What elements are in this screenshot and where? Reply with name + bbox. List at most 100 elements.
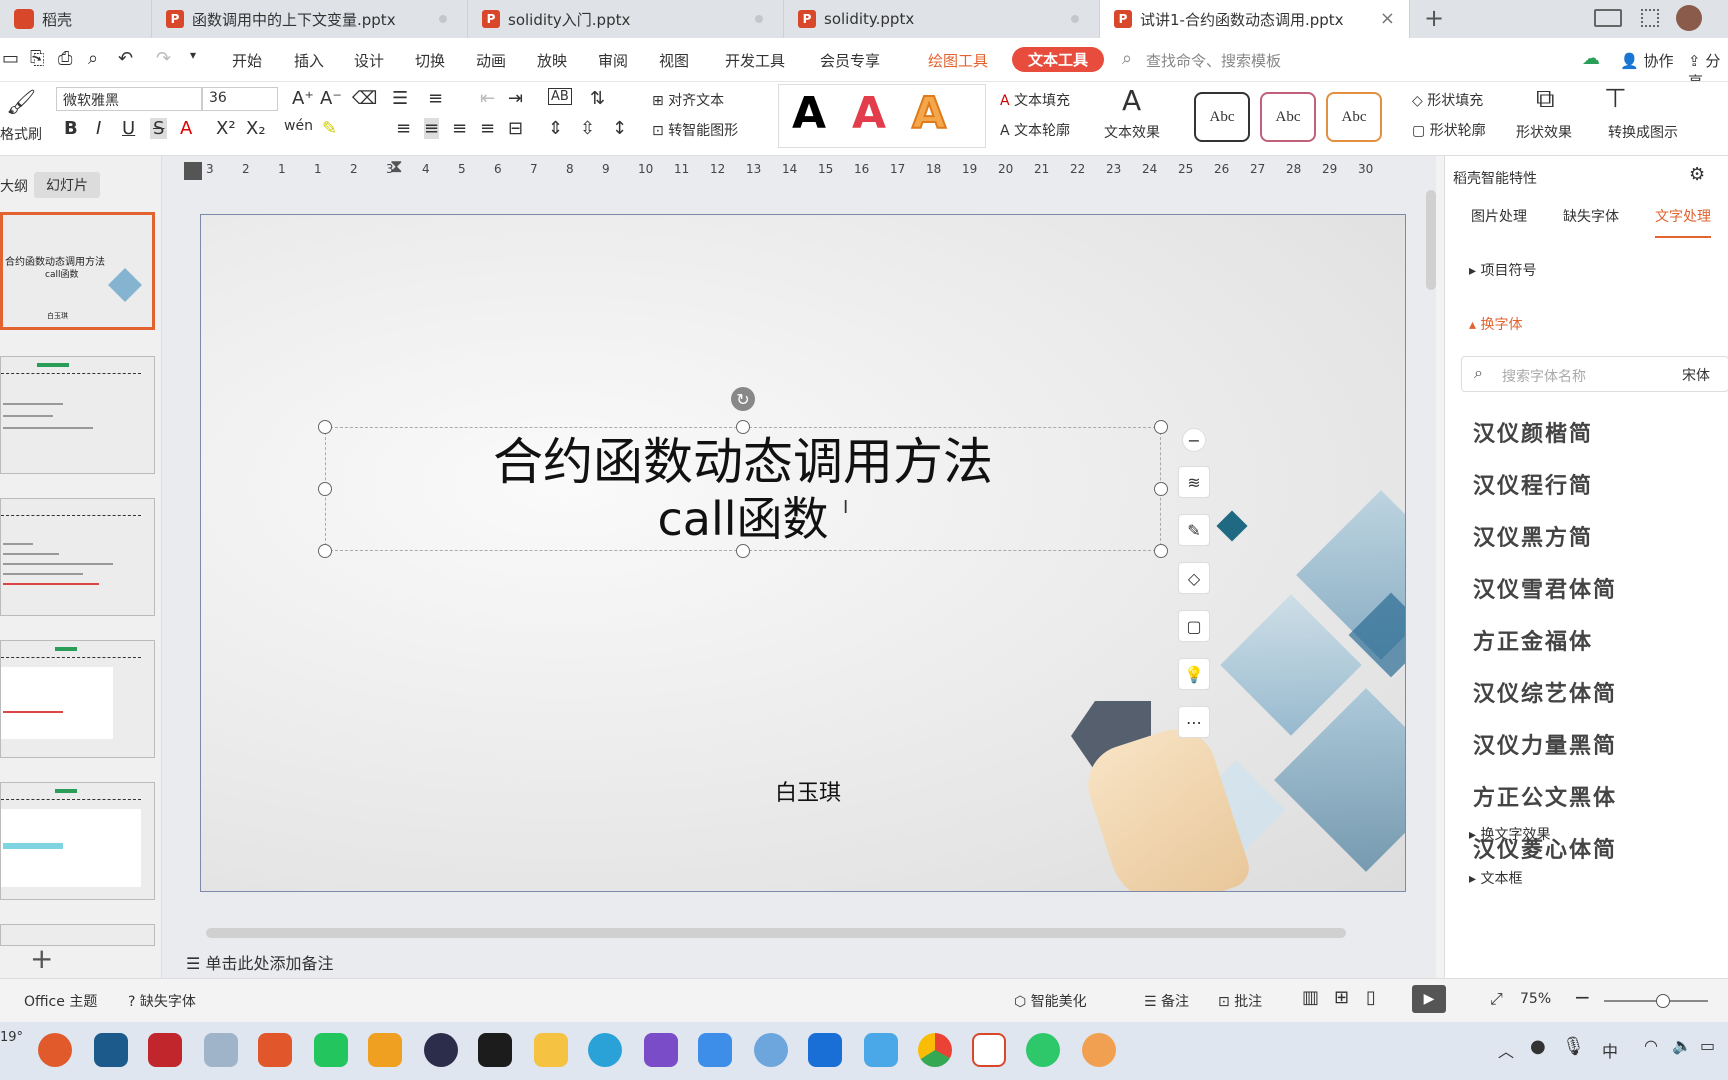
align-text-button[interactable]: ⊞ 对齐文本 [652,90,724,110]
battery-icon[interactable]: ▭ [1700,1036,1715,1055]
layers-icon[interactable]: ≋ [1178,466,1210,498]
weather-temp[interactable]: 19° [0,1030,23,1045]
bold-icon[interactable]: B [64,118,78,139]
shape-fill-button[interactable]: ◇ 形状填充 [1412,90,1483,110]
zoom-level[interactable]: 75% [1520,991,1551,1007]
app-icon-live[interactable] [864,1033,898,1067]
text-style-orange[interactable]: A [911,87,947,140]
convert-chart-icon[interactable]: ⊤ [1604,84,1627,114]
slide-thumbnail-6[interactable] [0,924,155,946]
font-option[interactable]: 汉仪综艺体简 [1473,676,1617,708]
rotate-handle-icon[interactable]: ↻ [731,387,755,411]
format-painter-icon[interactable]: 🖌 [6,88,36,116]
shape-outline-button[interactable]: ▢ 形状轮廓 [1412,120,1486,140]
align-center-icon[interactable]: ≡ [424,118,440,139]
text-style-black[interactable]: A [792,88,826,139]
convert-chart-label[interactable]: 转换成图示 [1608,122,1678,142]
slide-subtitle[interactable]: call函数 [325,491,1161,547]
strikethrough-icon[interactable]: S [150,118,168,139]
tab-close-dot[interactable] [1071,15,1079,23]
justify-icon[interactable]: ≡ [480,118,495,139]
cloud-sync-icon[interactable]: ☁ [1582,48,1600,69]
underline-icon[interactable]: U [122,118,135,139]
numbered-list-icon[interactable]: ≡ [428,88,443,109]
notes-area[interactable]: ☰ 单击此处添加备注 [186,950,333,974]
gear-icon[interactable]: ⚙ [1689,164,1705,185]
app-icon-l[interactable] [808,1033,842,1067]
font-search-input[interactable]: 搜索字体名称 [1502,366,1586,386]
shape-effect-icon[interactable]: ⧉ [1536,84,1555,115]
bullet-list-icon[interactable]: ☰ [392,88,408,109]
slide-thumbnail-5[interactable] [0,782,155,900]
menu-member[interactable]: 会员专享 [820,50,880,71]
increase-font-icon[interactable]: A⁺ [292,88,314,109]
pen-icon[interactable]: ✎ [1178,514,1210,546]
text-direction-icon[interactable]: AB [548,88,572,105]
app-icon-eclipse[interactable] [424,1033,458,1067]
menu-show[interactable]: 放映 [537,50,567,71]
fill-icon[interactable]: ◇ [1178,562,1210,594]
menu-dev-tools[interactable]: 开发工具 [725,50,785,71]
app-icon-pdf[interactable] [148,1033,182,1067]
menu-text-tools[interactable]: 文本工具 [1012,47,1105,72]
grid-view-icon[interactable]: ⊞ [1334,987,1349,1008]
app-icon-ubuntu[interactable] [38,1033,72,1067]
section-bullets[interactable]: ▸ 项目符号 [1469,260,1536,280]
tab-close-dot[interactable] [439,15,447,23]
export-icon[interactable]: ⎘ [30,48,44,69]
tab-doc-solidity[interactable]: P solidity.pptx [784,0,1100,38]
ime-indicator[interactable]: 中 [1602,1038,1618,1062]
notes-button[interactable]: ☰ 备注 [1144,991,1189,1011]
menu-draw-tools[interactable]: 绘图工具 [928,50,988,71]
app-icon-pycharm[interactable] [314,1033,348,1067]
menu-review[interactable]: 审阅 [598,50,628,71]
align-left-icon[interactable]: ≡ [396,118,411,139]
tab-missing-fonts[interactable]: 缺失字体 [1563,206,1619,226]
app-icon-v[interactable] [94,1033,128,1067]
menu-animation[interactable]: 动画 [476,50,506,71]
shape-style-orange[interactable]: Abc [1326,92,1382,142]
section-text-box[interactable]: ▸ 文本框 [1469,868,1522,888]
beautify-button[interactable]: ⬡ 智能美化 [1014,991,1087,1011]
font-option[interactable]: 汉仪雪君体简 [1473,572,1617,604]
app-icon-box[interactable] [1082,1033,1116,1067]
menu-design[interactable]: 设计 [354,50,384,71]
slide-thumbnail-3[interactable] [0,498,155,616]
decrease-font-icon[interactable]: A⁻ [320,88,342,109]
panel-header[interactable]: 稻壳智能特性 [1453,168,1537,188]
outdent-icon[interactable]: ⇤ [480,88,495,109]
volume-icon[interactable]: 🔈 [1672,1036,1692,1055]
distribute-icon[interactable]: ⊟ [508,118,523,139]
menu-view[interactable]: 视图 [659,50,689,71]
menu-start[interactable]: 开始 [232,50,262,71]
tab-doc-solidity-intro[interactable]: P solidity入门.pptx [468,0,784,38]
tab-text-processing[interactable]: 文字处理 [1655,206,1711,238]
chevron-down-icon[interactable]: ▾ [190,48,196,62]
smart-shape-button[interactable]: ⊡ 转智能图形 [652,120,738,140]
app-icon-wps[interactable] [972,1033,1006,1067]
slide[interactable]: ↻ 合约函数动态调用方法 call函数 I 白玉琪 [200,214,1406,892]
slide-thumbnail-4[interactable] [0,640,155,758]
text-effect-icon[interactable]: A [1122,84,1141,117]
tab-image-processing[interactable]: 图片处理 [1471,206,1527,226]
app-icon-visual-studio[interactable] [644,1033,678,1067]
font-option[interactable]: 汉仪程行简 [1473,468,1593,500]
tab-docer-home[interactable]: 稻壳 [0,0,152,38]
resize-handle[interactable] [736,420,750,434]
zoom-out-icon[interactable]: − [1574,985,1591,1009]
subscript-icon[interactable]: X₂ [246,118,266,139]
align-right-icon[interactable]: ≡ [452,118,467,139]
clear-format-icon[interactable]: ⌫ [352,88,377,109]
shape-effect-label[interactable]: 形状效果 [1516,122,1572,142]
comments-button[interactable]: ⊡ 批注 [1218,991,1262,1011]
tray-app-icon[interactable]: ● [1530,1036,1546,1057]
vertical-scrollbar[interactable] [1426,190,1436,290]
italic-icon[interactable]: I [96,118,101,139]
slide-thumbnail-2[interactable] [0,356,155,474]
command-search[interactable]: 查找命令、搜索模板 [1146,50,1281,71]
superscript-icon[interactable]: X² [216,118,236,139]
app-icon-notes[interactable] [368,1033,402,1067]
shape-style-black[interactable]: Abc [1194,92,1250,142]
slide-author[interactable]: 白玉琪 [775,775,841,807]
outline-icon[interactable]: ▢ [1178,610,1210,642]
